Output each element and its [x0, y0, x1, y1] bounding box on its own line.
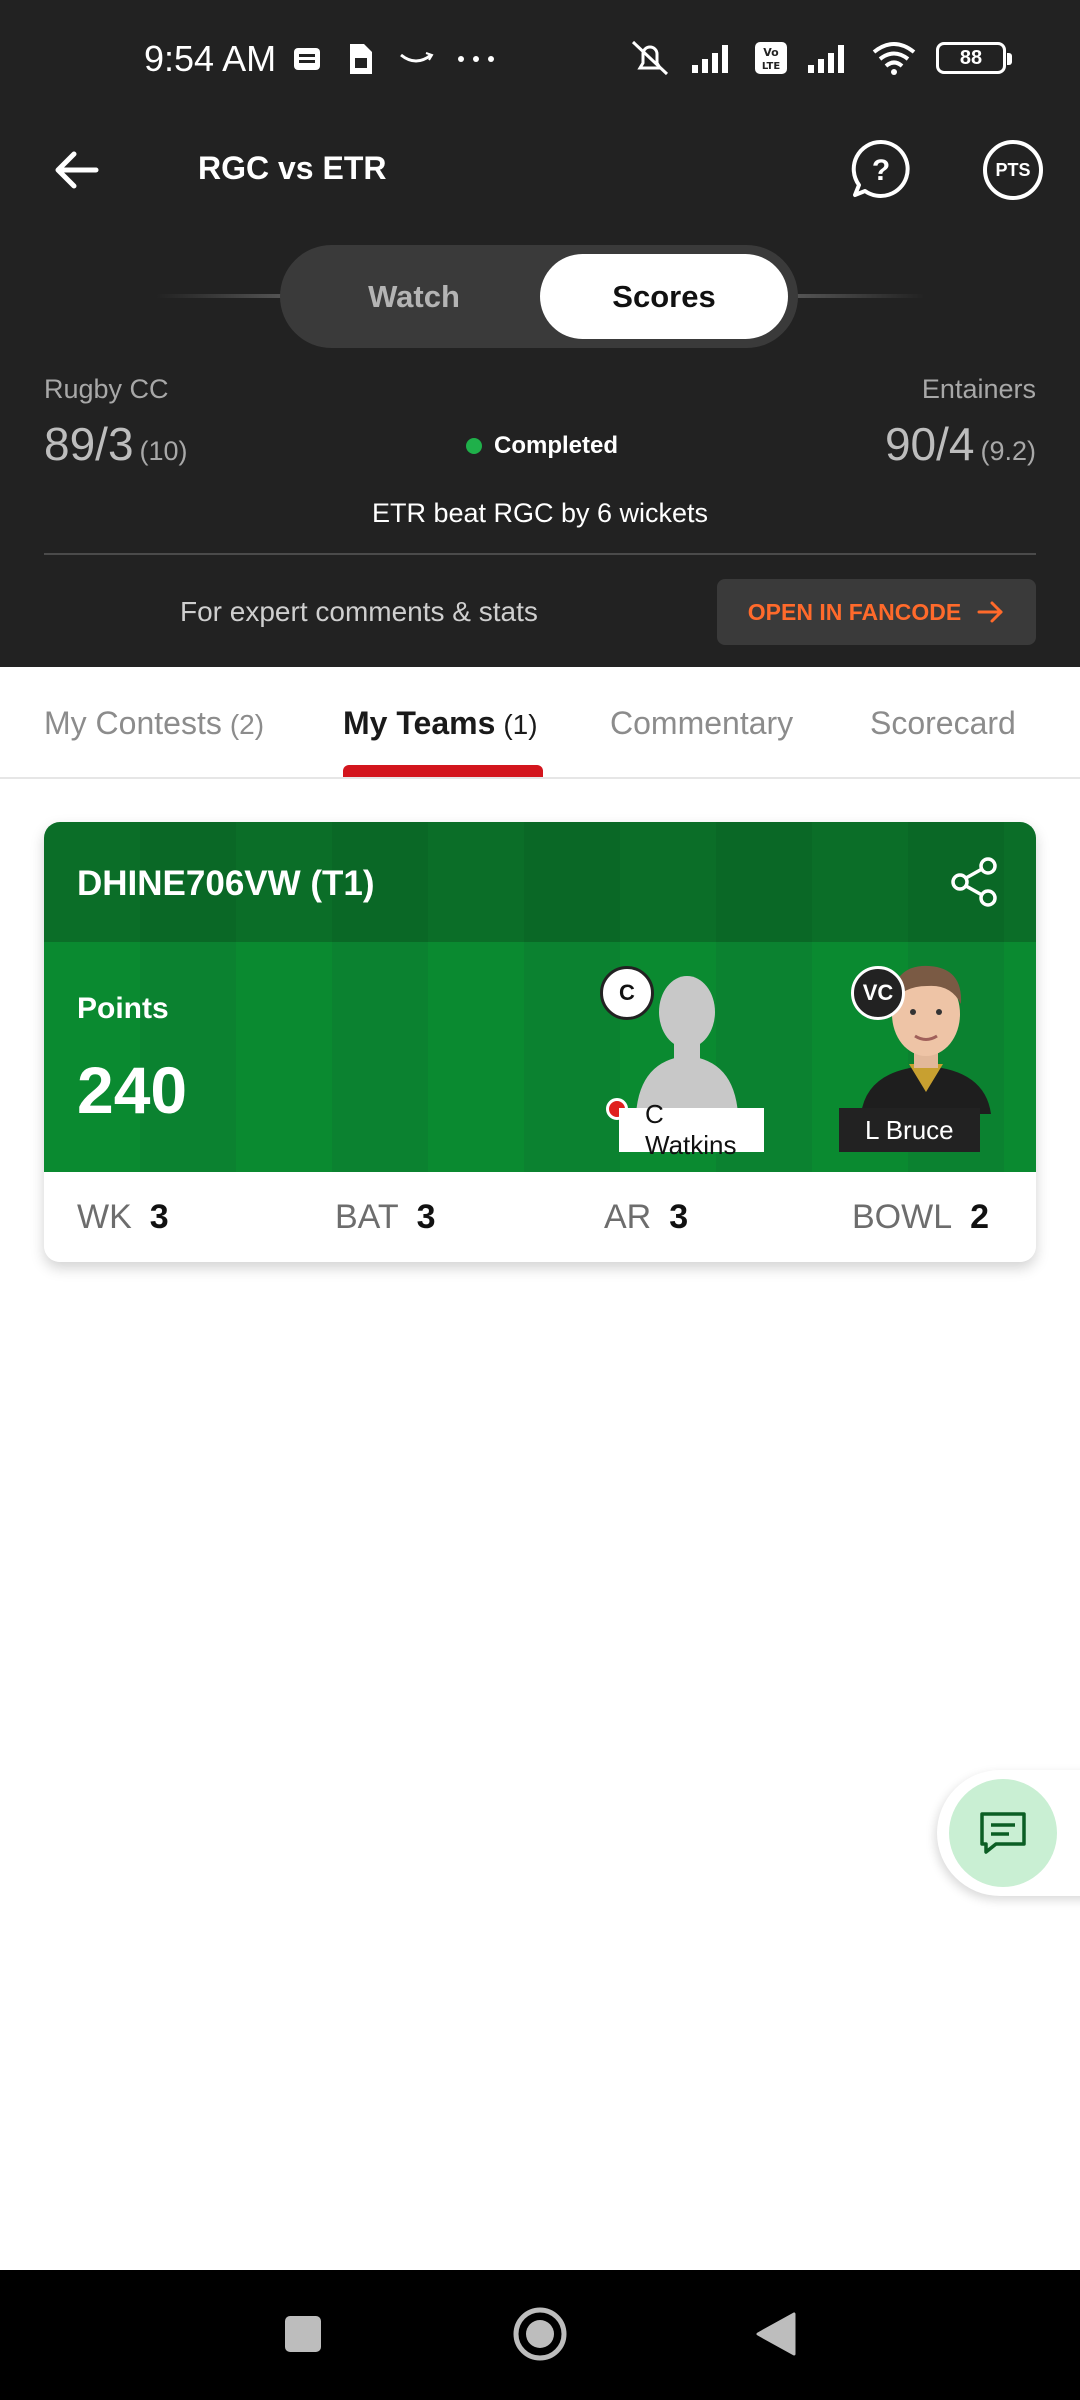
vice-captain-badge: VC — [851, 966, 905, 1020]
team-card[interactable]: DHINE706VW (T1) Points 240 C C Watkins V… — [44, 822, 1036, 1262]
divider — [44, 553, 1036, 555]
team2-runs: 90/4 — [884, 418, 975, 470]
team-composition: WK 3 BAT 3 AR 3 BOWL 2 — [44, 1172, 1036, 1262]
stat-wk: WK 3 — [77, 1198, 169, 1237]
team1-runs: 89/3 — [44, 418, 134, 470]
team-name: DHINE706VW (T1) — [77, 864, 375, 903]
tab-commentary[interactable]: Commentary — [610, 705, 793, 742]
signal-icon — [692, 45, 728, 73]
chat-button[interactable] — [949, 1779, 1057, 1887]
watch-toggle-option[interactable]: Watch — [290, 254, 538, 339]
team-card-body: Points 240 C C Watkins VC L Bruce — [44, 942, 1036, 1172]
stat-value: 3 — [669, 1198, 689, 1236]
stat-bat: BAT 3 — [335, 1198, 436, 1237]
match-status-label: Completed — [494, 432, 619, 459]
stat-label: AR — [604, 1198, 652, 1236]
captain-badge: C — [600, 966, 654, 1020]
more-icon — [458, 56, 494, 62]
toggle-decor-line — [156, 294, 286, 298]
expert-comments-text: For expert comments & stats — [180, 596, 538, 627]
amazon-icon — [400, 52, 434, 63]
view-toggle: Watch Scores — [280, 245, 798, 348]
tab-my-contests[interactable]: My Contests (2) — [44, 705, 264, 742]
team1-score: 89/3 (10) — [44, 417, 188, 471]
scores-toggle-option[interactable]: Scores — [540, 254, 788, 339]
home-button[interactable] — [510, 2304, 570, 2364]
team-card-header: DHINE706VW (T1) — [44, 822, 1036, 942]
stat-value: 3 — [149, 1198, 169, 1236]
open-in-fancode-button[interactable]: OPEN IN FANCODE — [717, 579, 1036, 645]
match-result: ETR beat RGC by 6 wickets — [371, 498, 709, 528]
status-notification-icons — [292, 42, 496, 76]
team1-score-block: Rugby CC 89/3 (10) — [44, 374, 188, 471]
status-time: 9:54 AM — [144, 38, 277, 79]
captain-name: C Watkins — [619, 1099, 764, 1160]
tab-my-teams[interactable]: My Teams (1) — [343, 705, 538, 742]
stat-value: 3 — [416, 1198, 436, 1236]
circle-home-icon — [513, 2307, 567, 2361]
wifi-icon — [872, 42, 916, 75]
volte-icon: Vo LTE — [755, 42, 787, 74]
vice-captain-name: L Bruce — [839, 1108, 980, 1152]
signal-icon — [808, 45, 844, 73]
recents-button[interactable] — [273, 2304, 333, 2364]
stat-bowl: BOWL 2 — [852, 1198, 989, 1237]
svg-text:?: ? — [872, 154, 890, 187]
mute-icon — [631, 40, 669, 76]
stat-value: 2 — [970, 1198, 990, 1236]
points-system-button[interactable]: PTS — [983, 140, 1043, 200]
chat-fab-container — [937, 1770, 1080, 1896]
vice-captain-player[interactable]: VC L Bruce — [821, 942, 1011, 1172]
battery-indicator: 88 — [936, 42, 1012, 74]
tab-label: Scorecard — [870, 705, 1016, 741]
svg-text:Vo: Vo — [763, 46, 779, 59]
match-header: 9:54 AM Vo LTE 88 RGC vs ETR ? PTS Watch — [0, 0, 1080, 667]
stat-ar: AR 3 — [604, 1198, 688, 1237]
status-dot-icon — [466, 438, 482, 454]
help-chat-icon: ? — [851, 139, 910, 198]
tab-count: (1) — [503, 709, 538, 740]
page-title: RGC vs ETR — [198, 150, 387, 186]
sim-icon — [350, 44, 372, 74]
open-in-fancode-label: OPEN IN FANCODE — [747, 598, 962, 625]
help-button[interactable]: ? — [850, 138, 912, 200]
triangle-back-icon — [756, 2312, 796, 2356]
tab-scorecard[interactable]: Scorecard — [870, 705, 1016, 742]
captain-player[interactable]: C C Watkins — [554, 942, 764, 1172]
app-bar: RGC vs ETR ? PTS — [0, 120, 1080, 220]
message-icon — [294, 48, 320, 70]
back-button[interactable] — [46, 140, 106, 200]
tab-count: (2) — [229, 709, 265, 740]
match-status: Completed — [466, 432, 618, 460]
tab-label: My Contests — [44, 705, 222, 741]
system-navigation-bar — [0, 2270, 1080, 2400]
points-value: 240 — [77, 1053, 188, 1127]
back-nav-button[interactable] — [746, 2304, 806, 2364]
active-tab-indicator — [343, 765, 543, 777]
share-icon — [951, 857, 997, 907]
team2-name: Entainers — [921, 374, 1036, 404]
square-icon — [285, 2316, 321, 2352]
status-system-icons: Vo LTE 88 — [628, 38, 1012, 78]
svg-text:LTE: LTE — [762, 61, 781, 72]
arrow-right-icon — [977, 601, 1003, 623]
team1-overs: (10) — [139, 436, 188, 466]
team2-score: 90/4 (9.2) — [885, 417, 1036, 471]
arrow-left-icon — [55, 151, 99, 189]
share-button[interactable] — [948, 856, 1000, 908]
stat-label: BOWL — [852, 1198, 953, 1236]
tab-label: My Teams — [343, 705, 496, 741]
tab-label: Commentary — [610, 705, 794, 741]
content-tabs: My Contests (2) My Teams (1) Commentary Sc… — [0, 667, 1080, 779]
points-label: Points — [77, 992, 169, 1025]
stat-label: WK — [77, 1198, 132, 1236]
status-bar: 9:54 AM Vo LTE 88 — [0, 0, 1080, 120]
team2-overs: (9.2) — [980, 436, 1036, 466]
team1-name: Rugby CC — [44, 374, 169, 404]
toggle-decor-line — [795, 294, 925, 298]
chat-icon — [980, 1812, 1026, 1854]
team2-score-block: Entainers 90/4 (9.2) — [885, 374, 1036, 471]
stat-label: BAT — [335, 1198, 399, 1236]
